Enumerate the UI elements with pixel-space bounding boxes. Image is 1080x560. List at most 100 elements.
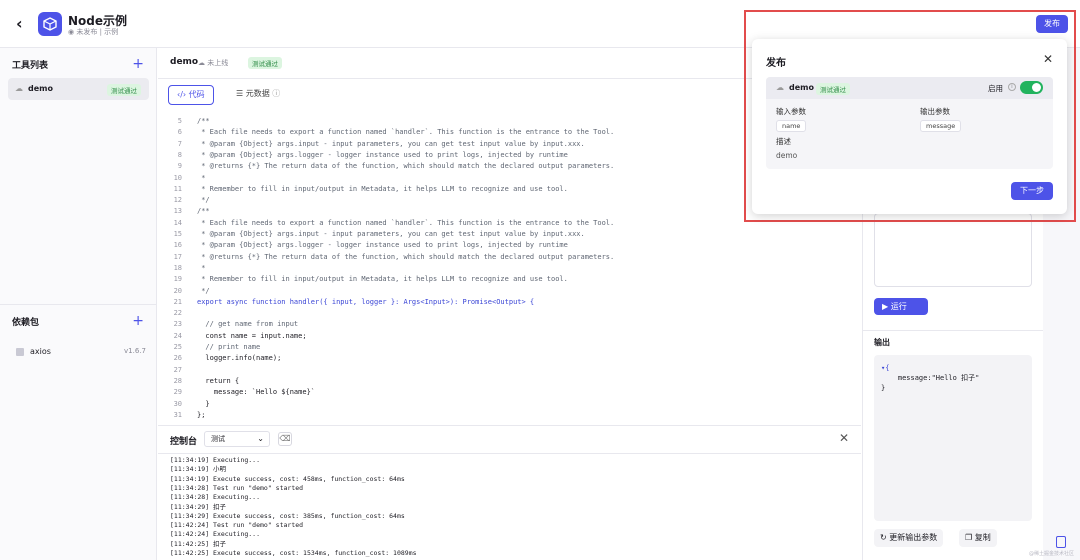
code-text: * @param {Object} args.input - input par… — [197, 230, 585, 238]
line-number: 6 — [177, 128, 182, 137]
code-text: * — [197, 263, 206, 272]
clear-console-icon[interactable]: ⌫ — [278, 432, 292, 446]
tab-metadata[interactable]: ☰ 元数据 ⓘ — [228, 85, 288, 105]
line-number: 29 — [173, 388, 182, 397]
close-icon[interactable]: ✕ — [839, 431, 849, 445]
output-line: message:"Hello 扣子" — [881, 374, 980, 382]
dependency-name: axios — [30, 347, 51, 356]
app-status: ◉ 未发布 | 示例 — [68, 27, 118, 37]
console-mode-value: 测试 — [211, 435, 225, 443]
input-param-chip: name — [776, 120, 807, 132]
enable-label: 启用 — [988, 84, 1003, 93]
line-number: 26 — [173, 354, 182, 363]
code-text: */ — [197, 286, 210, 295]
enable-toggle[interactable] — [1020, 81, 1043, 94]
refresh-icon: ↻ — [880, 533, 890, 542]
tools-title: 工具列表 — [12, 61, 49, 71]
copy-label: 复制 — [974, 533, 991, 542]
divider — [863, 330, 1043, 331]
code-text: const name = input.name; — [197, 331, 307, 340]
line-number: 13 — [173, 207, 182, 216]
log-line: [11:42:24] Executing... — [170, 530, 261, 539]
code-line: 31}; — [158, 410, 858, 420]
console-header: 控制台 测试 ⌄ ⌫ ✕ — [158, 425, 861, 451]
line-number: 17 — [173, 252, 182, 261]
back-icon[interactable]: ‹ — [16, 14, 32, 34]
code-text: /** — [197, 117, 210, 125]
code-line: 28 return { — [158, 376, 858, 387]
cloud-icon: ☁ — [15, 84, 23, 93]
watermark: @稀土掘金技术社区 — [1028, 551, 1074, 557]
status-badge: 测试通过 — [816, 83, 850, 95]
test-input-field[interactable] — [874, 213, 1032, 287]
sidebar-item-demo[interactable]: ☁ demo 测试通过 — [8, 78, 149, 100]
run-button[interactable]: ▶ 运行 — [874, 298, 928, 315]
dependency-item[interactable]: axios v1.6.7 — [16, 346, 146, 360]
info-icon: i — [1008, 83, 1016, 91]
tool-name: demo — [28, 84, 53, 93]
close-icon[interactable]: ✕ — [1043, 52, 1053, 66]
code-text: * @returns {*} The return data of the fu… — [197, 162, 615, 171]
dependency-version: v1.6.7 — [124, 347, 146, 355]
code-text: // get name from input — [197, 320, 299, 329]
add-tool-icon[interactable]: + — [132, 57, 144, 71]
tab-code[interactable]: ‹/› 代码 — [168, 85, 214, 105]
line-number: 16 — [173, 241, 182, 250]
add-dependency-icon[interactable]: + — [132, 314, 144, 328]
copy-button[interactable]: ❐ 复制 — [959, 529, 997, 547]
console-log: [11:34:19] Executing... [11:34:19] 小明 [11:… — [158, 453, 861, 560]
document-icon[interactable] — [1056, 536, 1066, 548]
code-text: * @param {Object} args.logger - logger i… — [197, 241, 568, 250]
line-number: 20 — [173, 286, 182, 295]
tab-code-label: 代码 — [188, 90, 205, 99]
divider — [0, 304, 157, 305]
code-line: 20 */ — [158, 286, 858, 297]
play-icon: ▶ — [882, 302, 891, 311]
package-icon — [16, 348, 24, 356]
log-line: [11:34:29] 扣子 — [170, 502, 227, 511]
line-number: 25 — [173, 343, 182, 351]
next-step-button[interactable]: 下一步 — [1011, 182, 1053, 200]
tool-card-header: ☁ demo 测试通过 启用 i — [766, 77, 1053, 99]
editor-tool-name: demo — [170, 57, 199, 67]
code-text: * @returns {*} The return data of the fu… — [197, 252, 615, 261]
upload-status: ☁ 未上线 — [198, 58, 228, 68]
line-number: 15 — [173, 230, 182, 238]
line-number: 21 — [173, 297, 182, 306]
console-mode-select[interactable]: 测试 ⌄ — [204, 431, 270, 447]
code-text: * Each file needs to export a function n… — [197, 128, 615, 137]
chevron-down-icon: ⌄ — [257, 434, 264, 443]
sidebar: 工具列表 + ☁ demo 测试通过 依赖包 + axios v1.6.7 — [0, 48, 157, 560]
code-line: 15 * @param {Object} args.input - input … — [158, 229, 858, 240]
update-output-params-button[interactable]: ↻ 更新输出参数 — [874, 529, 944, 547]
log-line: [11:34:29] Execute success, cost: 385ms,… — [170, 511, 405, 520]
code-icon: ‹/› — [177, 90, 189, 99]
code-line: 18 * — [158, 263, 858, 274]
code-line: 21 export async function handler({ input,… — [158, 297, 858, 308]
output-viewer: ▾{ message:"Hello 扣子" } — [874, 355, 1032, 521]
deps-title: 依赖包 — [12, 318, 40, 328]
cloud-icon: ☁ — [776, 83, 784, 92]
sliders-icon: ☰ — [236, 89, 246, 98]
line-number: 28 — [173, 376, 182, 385]
log-line: [11:34:19] 小明 — [170, 465, 227, 474]
code-text: * @param {Object} args.logger - logger i… — [197, 150, 568, 159]
line-number: 9 — [177, 162, 182, 171]
code-text: } — [197, 399, 210, 408]
app-logo — [38, 12, 62, 36]
cloud-icon: ☁ — [198, 59, 208, 67]
description-label: 描述 — [776, 137, 791, 146]
code-line: 17 * @returns {*} The return data of the… — [158, 252, 858, 263]
output-line: } — [881, 384, 886, 392]
status-separator: | — [99, 28, 102, 36]
code-text: }; — [197, 410, 206, 419]
code-text: * Remember to fill in input/output in Me… — [197, 275, 568, 284]
log-line: [11:42:25] Execute success, cost: 1534ms… — [170, 549, 417, 557]
upload-status-text: 未上线 — [207, 59, 229, 67]
log-line: [11:34:28] Executing... — [170, 493, 261, 502]
code-text: return { — [197, 376, 240, 385]
line-number: 5 — [177, 117, 182, 125]
code-line: 30 } — [158, 399, 858, 410]
code-text: export async function handler({ input, l… — [197, 297, 535, 306]
code-text: // print name — [197, 343, 261, 351]
